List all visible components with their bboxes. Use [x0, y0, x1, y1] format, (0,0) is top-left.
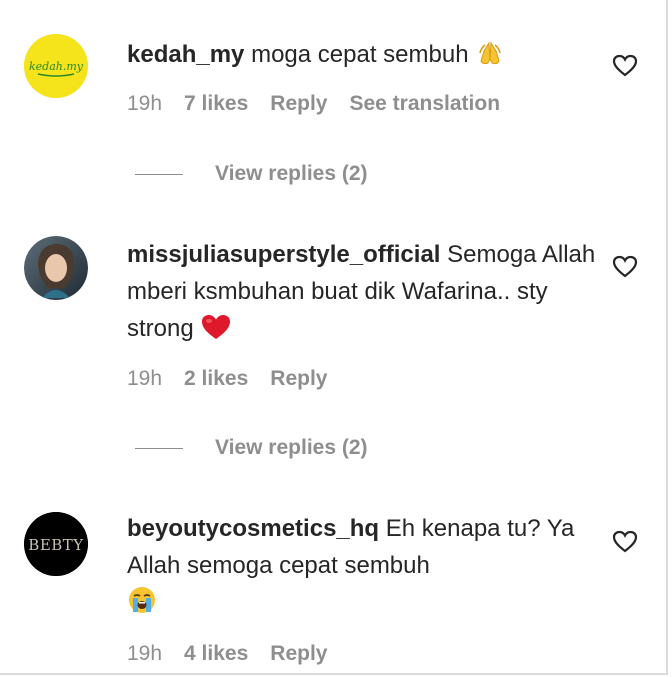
- like-heart-icon[interactable]: [612, 54, 638, 78]
- view-replies-label: View replies (2): [215, 162, 368, 185]
- username[interactable]: beyoutycosmetics_hq: [127, 515, 379, 542]
- avatar[interactable]: kedah.my: [24, 34, 88, 98]
- avatar-logo-text: BEBTY: [28, 536, 84, 554]
- view-replies-label: View replies (2): [215, 436, 368, 459]
- comment-text: kedah_my moga cepat sembuh: [127, 36, 597, 78]
- comment-time[interactable]: 19h: [127, 92, 162, 116]
- red-heart-emoji-icon: [200, 313, 232, 352]
- comment-text: missjuliasuperstyle_official Semoga Alla…: [127, 236, 597, 352]
- like-count[interactable]: 7 likes: [184, 92, 248, 116]
- comment-body: moga cepat sembuh: [251, 41, 469, 68]
- comment-text: beyoutycosmetics_hq Eh kenapa tu? Ya All…: [127, 510, 597, 626]
- comment-time[interactable]: 19h: [127, 642, 162, 666]
- comment-meta: 19h 2 likes Reply: [127, 367, 327, 391]
- comment-meta: 19h 7 likes Reply See translation: [127, 92, 500, 116]
- comment-time[interactable]: 19h: [127, 367, 162, 391]
- loudly-crying-face-emoji-icon: [127, 585, 157, 626]
- comments-panel: kedah.my kedah_my moga cepat sembuh 19h …: [0, 0, 668, 675]
- like-count[interactable]: 2 likes: [184, 367, 248, 391]
- reply-button[interactable]: Reply: [270, 367, 327, 391]
- reply-button[interactable]: Reply: [270, 92, 327, 116]
- replies-divider-line: [135, 447, 183, 449]
- avatar-logo-text: kedah.my: [29, 60, 84, 73]
- like-heart-icon[interactable]: [612, 255, 638, 279]
- reply-button[interactable]: Reply: [270, 642, 327, 666]
- comment-meta: 19h 4 likes Reply: [127, 642, 327, 666]
- username[interactable]: missjuliasuperstyle_official: [127, 241, 440, 268]
- view-replies-button[interactable]: View replies (2): [135, 436, 368, 460]
- like-count[interactable]: 4 likes: [184, 642, 248, 666]
- view-replies-button[interactable]: View replies (2): [135, 162, 368, 186]
- folded-hands-emoji-icon: [475, 39, 505, 78]
- see-translation-button[interactable]: See translation: [349, 92, 500, 116]
- like-heart-icon[interactable]: [612, 530, 638, 554]
- avatar[interactable]: BEBTY: [24, 512, 88, 576]
- username[interactable]: kedah_my: [127, 41, 244, 68]
- avatar[interactable]: [24, 236, 88, 300]
- replies-divider-line: [135, 173, 183, 175]
